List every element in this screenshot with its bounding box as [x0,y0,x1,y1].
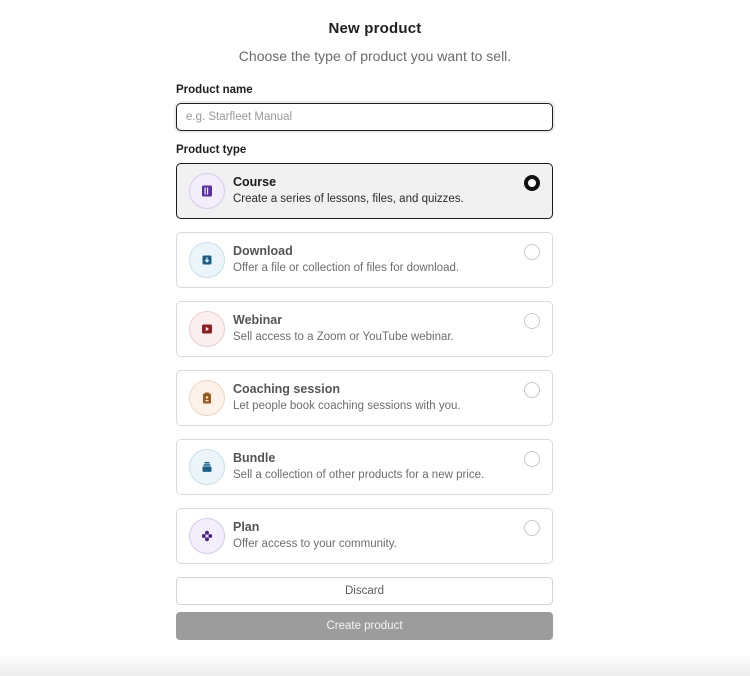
option-coaching-session-radio[interactable] [524,382,540,398]
bottom-fade [0,654,750,676]
option-webinar-radio[interactable] [524,313,540,329]
option-download-description: Offer a file or collection of files for … [233,262,460,274]
option-webinar-title: Webinar [233,313,283,327]
video-play-icon [189,311,225,347]
option-bundle-radio[interactable] [524,451,540,467]
option-download[interactable]: Download Offer a file or collection of f… [176,232,553,288]
discard-button[interactable]: Discard [176,577,553,605]
new-product-form: Product name Product type Course Create … [176,84,553,640]
new-product-page: New product Choose the type of product y… [0,0,750,676]
page-title: New product [328,20,422,37]
option-webinar[interactable]: Webinar Sell access to a Zoom or YouTube… [176,301,553,357]
option-coaching-session-title: Coaching session [233,382,340,396]
product-name-input[interactable] [176,103,553,131]
stack-icon [189,449,225,485]
option-bundle[interactable]: Bundle Sell a collection of other produc… [176,439,553,495]
clipboard-person-icon [189,380,225,416]
option-plan-title: Plan [233,520,260,534]
product-type-options: Course Create a series of lessons, files… [176,163,553,564]
option-course-radio[interactable] [524,175,540,191]
option-plan-radio[interactable] [524,520,540,536]
option-coaching-session-description: Let people book coaching sessions with y… [233,400,461,412]
page-subtitle: Choose the type of product you want to s… [238,48,512,64]
option-bundle-description: Sell a collection of other products for … [233,469,485,481]
option-bundle-title: Bundle [233,451,276,465]
product-name-label: Product name [176,84,253,96]
create-product-button[interactable]: Create product [176,612,553,640]
community-dots-icon [189,518,225,554]
option-coaching-session[interactable]: Coaching session Let people book coachin… [176,370,553,426]
download-icon [189,242,225,278]
option-course[interactable]: Course Create a series of lessons, files… [176,163,553,219]
product-type-label: Product type [176,144,247,156]
option-download-radio[interactable] [524,244,540,260]
option-course-title: Course [233,175,277,189]
option-plan[interactable]: Plan Offer access to your community. [176,508,553,564]
course-book-icon [189,173,225,209]
option-webinar-description: Sell access to a Zoom or YouTube webinar… [233,331,454,343]
option-course-description: Create a series of lessons, files, and q… [233,193,464,205]
option-download-title: Download [233,244,293,258]
option-plan-description: Offer access to your community. [233,538,397,550]
